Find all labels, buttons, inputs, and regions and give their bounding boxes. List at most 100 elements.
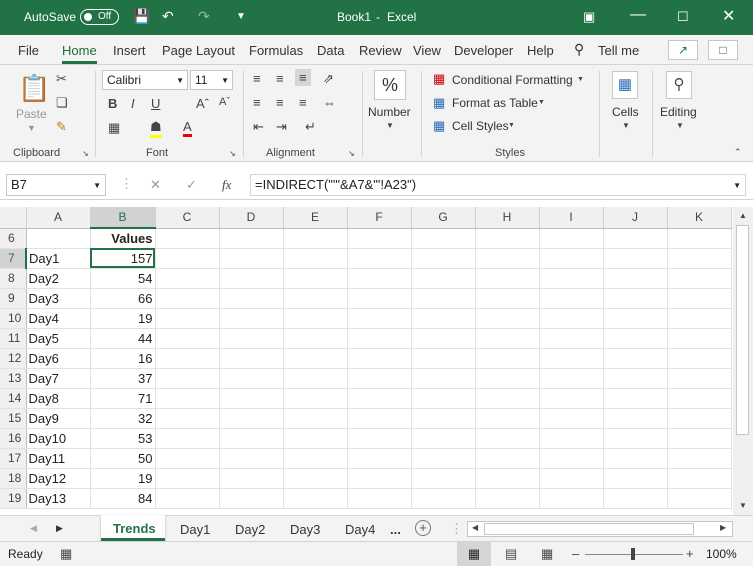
cell[interactable]: [475, 348, 540, 369]
cell[interactable]: [539, 348, 604, 369]
wrap-text-icon[interactable]: ↵: [305, 119, 316, 135]
row-header[interactable]: 14: [0, 388, 27, 409]
format-painter-icon[interactable]: ✎: [56, 119, 67, 135]
cell[interactable]: 32: [90, 408, 156, 429]
cell[interactable]: [219, 248, 284, 269]
cell[interactable]: [283, 428, 348, 449]
paste-button[interactable]: Paste: [16, 107, 47, 121]
column-header[interactable]: K: [667, 207, 732, 229]
row-header[interactable]: 11: [0, 328, 27, 349]
accessibility-icon[interactable]: ▦: [60, 546, 72, 562]
autosave-toggle[interactable]: Off: [80, 9, 119, 25]
cell[interactable]: 71: [90, 388, 156, 409]
cell[interactable]: [603, 348, 668, 369]
percent-icon[interactable]: %: [374, 70, 406, 100]
cell[interactable]: [219, 448, 284, 469]
cell[interactable]: [539, 268, 604, 289]
cell-styles-button[interactable]: Cell Styles: [452, 119, 509, 133]
row-header[interactable]: 16: [0, 428, 27, 449]
cell[interactable]: [155, 228, 220, 249]
worksheet-grid[interactable]: A B C D E F G H I J K 6 Values 7 Day1 157 8…: [0, 207, 733, 515]
fmt-table-dropdown-icon[interactable]: ▼: [538, 99, 545, 106]
close-button[interactable]: ✕: [722, 6, 735, 26]
cell[interactable]: [26, 228, 91, 249]
cell[interactable]: 157: [90, 248, 156, 269]
cell[interactable]: Day13: [26, 488, 91, 509]
minimize-button[interactable]: —: [630, 6, 646, 24]
cell[interactable]: [667, 368, 732, 389]
cell[interactable]: [603, 328, 668, 349]
align-left-icon[interactable]: ≡: [253, 95, 261, 110]
align-right-icon[interactable]: ≡: [299, 95, 307, 110]
cell[interactable]: [155, 368, 220, 389]
cell[interactable]: [155, 248, 220, 269]
row-header[interactable]: 8: [0, 268, 27, 289]
row-header[interactable]: 18: [0, 468, 27, 489]
cell[interactable]: [475, 468, 540, 489]
column-header[interactable]: C: [155, 207, 220, 229]
cell[interactable]: [475, 428, 540, 449]
column-header[interactable]: B: [90, 207, 156, 229]
cut-icon[interactable]: ✂: [56, 71, 67, 87]
conditional-formatting-button[interactable]: Conditional Formatting: [452, 73, 573, 87]
page-break-view-icon[interactable]: ▦: [541, 546, 553, 562]
horizontal-scroll-thumb[interactable]: [484, 523, 694, 535]
cell[interactable]: [411, 468, 476, 489]
tab-help[interactable]: Help: [527, 43, 554, 58]
cell[interactable]: Day1: [26, 248, 91, 269]
cell[interactable]: [667, 328, 732, 349]
cell[interactable]: [475, 388, 540, 409]
cell[interactable]: [667, 348, 732, 369]
cell[interactable]: [155, 408, 220, 429]
cell[interactable]: [603, 408, 668, 429]
cell[interactable]: [219, 428, 284, 449]
cell[interactable]: [539, 228, 604, 249]
column-header[interactable]: D: [219, 207, 284, 229]
scroll-left-icon[interactable]: ◀: [472, 523, 478, 532]
cell[interactable]: Day9: [26, 408, 91, 429]
cell[interactable]: [475, 368, 540, 389]
cell[interactable]: 84: [90, 488, 156, 509]
cell[interactable]: [539, 288, 604, 309]
cell[interactable]: [283, 308, 348, 329]
cond-fmt-dropdown-icon[interactable]: ▼: [577, 76, 584, 83]
cell[interactable]: 16: [90, 348, 156, 369]
cell[interactable]: [219, 488, 284, 509]
scroll-up-icon[interactable]: ▲: [739, 211, 747, 220]
cell[interactable]: [475, 228, 540, 249]
cell[interactable]: [667, 248, 732, 269]
column-header[interactable]: I: [539, 207, 604, 229]
cell[interactable]: [283, 348, 348, 369]
cell[interactable]: [411, 448, 476, 469]
normal-view-icon[interactable]: ▦: [457, 542, 491, 566]
cell[interactable]: [475, 288, 540, 309]
copy-icon[interactable]: ❏: [56, 95, 68, 111]
cell[interactable]: [667, 468, 732, 489]
formula-input[interactable]: =INDIRECT("'"&A7&"'!A23") ▼: [250, 174, 746, 196]
cell[interactable]: [603, 368, 668, 389]
cell[interactable]: 19: [90, 468, 156, 489]
cell[interactable]: [667, 268, 732, 289]
cell[interactable]: [347, 308, 412, 329]
row-header[interactable]: 12: [0, 348, 27, 369]
cell[interactable]: [603, 228, 668, 249]
column-header[interactable]: F: [347, 207, 412, 229]
cell[interactable]: Day8: [26, 388, 91, 409]
increase-font-icon[interactable]: Aˆ: [196, 96, 209, 111]
save-icon[interactable]: 💾: [133, 8, 150, 25]
cell[interactable]: [539, 488, 604, 509]
cell[interactable]: [283, 228, 348, 249]
cell[interactable]: Day10: [26, 428, 91, 449]
zoom-out-icon[interactable]: –: [572, 546, 579, 561]
enter-icon[interactable]: ✓: [186, 177, 197, 193]
cell[interactable]: [155, 488, 220, 509]
underline-icon[interactable]: U: [151, 96, 160, 111]
sheet-tab-day2[interactable]: Day2: [235, 522, 265, 537]
tell-me-search[interactable]: Tell me: [598, 43, 639, 58]
column-header[interactable]: G: [411, 207, 476, 229]
row-header[interactable]: 15: [0, 408, 27, 429]
cell[interactable]: [283, 448, 348, 469]
collapse-ribbon-icon[interactable]: ⌃: [734, 147, 742, 158]
number-button[interactable]: Number: [368, 105, 411, 119]
editing-dropdown-icon[interactable]: ▼: [676, 121, 684, 130]
